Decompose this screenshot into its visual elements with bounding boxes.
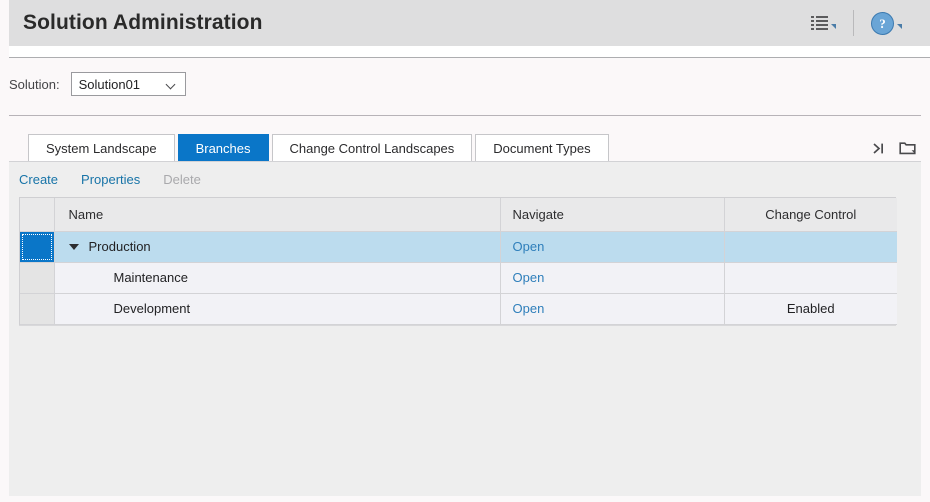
header-spacer bbox=[9, 46, 930, 57]
properties-button[interactable]: Properties bbox=[81, 172, 140, 187]
cell-change-control: Enabled bbox=[724, 293, 897, 325]
table-row[interactable]: Maintenance Open bbox=[20, 262, 897, 294]
solution-selector-row: Solution: Solution01 bbox=[0, 70, 930, 98]
list-icon bbox=[811, 16, 828, 30]
solution-select-value: Solution01 bbox=[78, 76, 141, 92]
chevron-down-icon bbox=[897, 24, 902, 29]
help-icon: ? bbox=[871, 11, 894, 35]
column-header-change-control[interactable]: Change Control bbox=[724, 198, 897, 232]
tab-branches[interactable]: Branches bbox=[177, 134, 269, 162]
header-actions: ? bbox=[805, 0, 930, 46]
branches-panel: Create Properties Delete Name Navigate C… bbox=[9, 161, 921, 496]
open-link[interactable]: Open bbox=[513, 301, 545, 316]
create-button[interactable]: Create bbox=[19, 172, 58, 187]
solution-select[interactable]: Solution01 bbox=[70, 72, 186, 96]
chevron-down-icon bbox=[831, 24, 836, 29]
cell-name: Development bbox=[54, 293, 501, 325]
cell-change-control bbox=[724, 231, 897, 263]
branches-table: Name Navigate Change Control Production bbox=[19, 197, 897, 325]
header-divider-rule bbox=[9, 57, 930, 58]
tab-bar: System Landscape Branches Change Control… bbox=[0, 133, 930, 162]
branch-name: Maintenance bbox=[113, 270, 188, 285]
cell-name: Production bbox=[54, 231, 501, 263]
tree-expand-icon[interactable] bbox=[68, 243, 79, 250]
solution-administration-page: Solution Administration ? Solution: Solu… bbox=[0, 0, 930, 502]
table-bottom-border bbox=[19, 324, 896, 326]
delete-button: Delete bbox=[163, 172, 201, 187]
table-row[interactable]: Development Open Enabled bbox=[20, 293, 897, 325]
cell-change-control bbox=[724, 262, 897, 294]
open-link[interactable]: Open bbox=[513, 270, 545, 285]
tab-change-control-landscapes[interactable]: Change Control Landscapes bbox=[271, 134, 473, 162]
cell-name: Maintenance bbox=[54, 262, 501, 294]
cell-navigate: Open bbox=[500, 231, 725, 263]
header-divider bbox=[853, 10, 854, 36]
change-control-value: Enabled bbox=[786, 301, 835, 316]
tab-bar-actions bbox=[869, 139, 917, 162]
table-row[interactable]: Production Open bbox=[20, 231, 897, 263]
tab-system-landscape[interactable]: System Landscape bbox=[28, 134, 175, 162]
column-header-select bbox=[20, 198, 55, 232]
collapse-to-end-icon[interactable] bbox=[869, 139, 888, 158]
table-header-row: Name Navigate Change Control bbox=[20, 198, 897, 232]
column-header-name[interactable]: Name bbox=[54, 198, 501, 232]
menu-list-button[interactable] bbox=[805, 8, 842, 38]
app-header: Solution Administration ? bbox=[9, 0, 930, 46]
cell-navigate: Open bbox=[500, 262, 725, 294]
table-toolbar: Create Properties Delete bbox=[9, 162, 921, 197]
section-divider bbox=[9, 115, 921, 116]
row-selector[interactable] bbox=[20, 262, 55, 294]
cell-navigate: Open bbox=[500, 293, 725, 325]
help-button[interactable]: ? bbox=[865, 8, 908, 38]
chevron-down-icon bbox=[167, 80, 176, 89]
row-selector[interactable] bbox=[20, 231, 55, 263]
row-selector[interactable] bbox=[20, 293, 55, 325]
tab-document-types[interactable]: Document Types bbox=[475, 134, 609, 162]
branch-name: Development bbox=[113, 301, 191, 316]
column-header-navigate[interactable]: Navigate bbox=[500, 198, 725, 232]
solution-label: Solution: bbox=[9, 76, 60, 92]
open-in-folder-icon[interactable] bbox=[898, 139, 917, 158]
page-title: Solution Administration bbox=[23, 11, 263, 34]
branch-name: Production bbox=[88, 239, 151, 254]
open-link[interactable]: Open bbox=[513, 239, 545, 254]
